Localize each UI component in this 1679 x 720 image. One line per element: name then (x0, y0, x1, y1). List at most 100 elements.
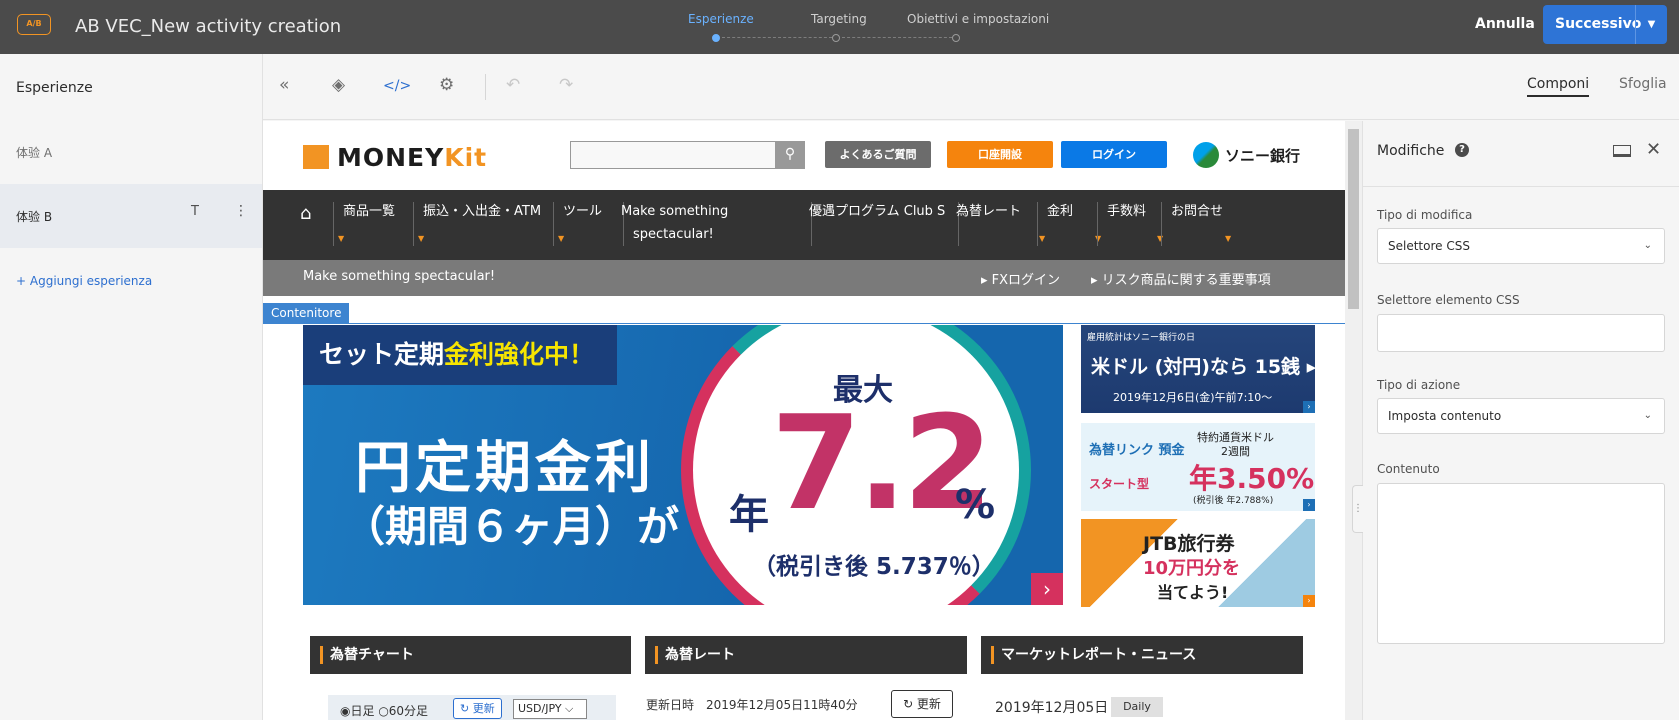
action-type-select[interactable]: Imposta contenuto ⌄ (1377, 398, 1665, 434)
sony-bank-logo[interactable]: ソニー銀行 (1193, 140, 1313, 170)
scrollbar-thumb[interactable] (1348, 129, 1359, 309)
global-nav: ⌂ 商品一覧 ▼ 振込・入出金・ATM ▼ ツール ▼ Make somethi… (263, 190, 1345, 260)
nav-item-transfer[interactable]: 振込・入出金・ATM (423, 200, 541, 223)
home-icon[interactable]: ⌂ (300, 203, 311, 224)
editor-toolbar: « ◈ </> ⚙ ↶ ↷ Componi Sfoglia (263, 54, 1679, 120)
login-button[interactable]: ログイン (1061, 141, 1167, 168)
banner-text: (税引後 年2.788%) (1193, 496, 1274, 506)
hero-percent-sign: % (955, 482, 996, 528)
moneykit-logo-text: MONEYKit (337, 143, 488, 172)
step-dot-obiettivi[interactable] (952, 34, 960, 42)
risk-products-link[interactable]: ▸ リスク商品に関する重要事項 (1091, 269, 1271, 288)
nav-divider (1037, 202, 1038, 246)
close-icon[interactable]: ✕ (1646, 139, 1661, 160)
activity-title[interactable]: AB VEC_New activity creation (75, 16, 341, 37)
tab-componi[interactable]: Componi (1527, 76, 1590, 97)
step-dot-targeting[interactable] (832, 34, 840, 42)
site-search-input[interactable] (570, 141, 776, 169)
banner-text: 2019年12月6日(金)午前7:10〜 (1113, 391, 1273, 404)
chevron-down-icon: ⌄ (1643, 410, 1652, 421)
side-banner-fx-deposit[interactable]: 為替リンク 預金 スタート型 特約通貨米ドル 2週間 年3.50% (税引後 年… (1081, 423, 1315, 511)
faq-button[interactable]: よくあるご質問 (825, 141, 931, 168)
nav-arrow-icon: ▼ (1095, 234, 1102, 243)
css-selector-label: Selettore elemento CSS (1377, 293, 1520, 307)
nav-item-contact[interactable]: お問合せ (1171, 200, 1223, 223)
more-options-icon[interactable]: ⋮ (234, 203, 248, 219)
nav-item-fees[interactable]: 手数料 (1107, 200, 1146, 223)
step-targeting[interactable]: Targeting (811, 12, 867, 26)
content-textarea[interactable] (1377, 483, 1665, 644)
currency-pair-select[interactable]: USD/JPY ⌵ (513, 699, 587, 719)
sub-nav: Make something spectacular! ▸ FXログイン ▸ リ… (263, 260, 1345, 296)
banner-text: 雇用統計はソニー銀行の日 (1087, 333, 1196, 343)
top-bar: A/B AB VEC_New activity creation Esperie… (0, 0, 1679, 54)
nav-divider (553, 202, 554, 246)
site-search-icon[interactable]: ⚲ (775, 141, 805, 169)
panel-resize-handle-icon[interactable]: ⋮ (1352, 485, 1363, 533)
rate-update-button[interactable]: ↻ 更新 (891, 690, 953, 718)
code-icon[interactable]: </> (383, 78, 411, 94)
step-connector (842, 37, 952, 38)
step-obiettivi[interactable]: Obiettivi e impostazioni (907, 12, 1049, 26)
nav-item-fx-rate[interactable]: 為替レート (956, 200, 1038, 223)
nav-item-interest[interactable]: 金利 (1047, 200, 1073, 223)
nav-divider (333, 202, 334, 246)
step-esperienze[interactable]: Esperienze (688, 12, 754, 26)
experience-b-selected[interactable]: 体验 B T ⋮ (0, 184, 262, 248)
section-fx-chart: 為替チャート (310, 636, 631, 674)
banner-arrow-icon: › (1303, 401, 1315, 413)
modification-type-select[interactable]: Selettore CSS ⌄ (1377, 228, 1665, 264)
hero-year-label: 年 (729, 492, 769, 538)
experience-a[interactable]: 体验 A (16, 144, 52, 161)
nav-item-club-s[interactable]: 優遇プログラム Club S (809, 200, 949, 223)
hero-headline-sub: （期間６ヶ月）が (343, 502, 680, 551)
experiences-panel: Esperienze 体验 A 体验 B T ⋮ + Aggiungi espe… (0, 54, 263, 720)
redo-icon[interactable]: ↷ (559, 75, 573, 95)
open-account-button[interactable]: 口座開設 (947, 141, 1053, 168)
nav-item-custom[interactable]: Make something spectacular! (621, 200, 811, 246)
container-selection-tag[interactable]: Contenitore (263, 303, 350, 323)
nav-arrow-icon: ▼ (418, 234, 425, 243)
undo-icon[interactable]: ↶ (506, 75, 520, 95)
page-preview-canvas[interactable]: MONEYKit ⚲ よくあるご質問 口座開設 ログイン ソニー銀行 ⌂ 商品一… (263, 121, 1362, 720)
hero-banner[interactable]: セット定期金利強化中！ 円定期金利 （期間６ヶ月）が 最大 年 7.2 % （税… (303, 325, 1063, 605)
hero-next-arrow-icon[interactable]: › (1031, 573, 1063, 605)
hero-after-tax: （税引き後 5.737％） (753, 554, 995, 580)
nav-arrow-icon: ▼ (558, 234, 565, 243)
sony-bank-name: ソニー銀行 (1225, 147, 1301, 165)
container-selection-outline (263, 323, 1345, 324)
experience-b-label: 体验 B (16, 210, 53, 224)
collapse-icon[interactable]: « (279, 75, 289, 95)
nav-divider (1097, 202, 1098, 246)
rename-icon[interactable]: T (191, 204, 199, 219)
side-banner-jtb[interactable]: JTB旅行券 10万円分を 当てよう! › (1081, 519, 1315, 607)
add-experience-link[interactable]: + Aggiungi esperienza (16, 274, 152, 288)
css-selector-input[interactable] (1377, 314, 1665, 352)
banner-text: 当てよう! (1157, 583, 1229, 602)
chart-controls: ◉日足 ○60分足 ↻ 更新 USD/JPY ⌵ (328, 695, 616, 720)
side-banner-employment[interactable]: 雇用統計はソニー銀行の日 米ドル (対円)なら 15銭 ▸▸ 7銭 2019年1… (1081, 325, 1315, 413)
moneykit-mark-icon (303, 145, 329, 169)
nav-item-products[interactable]: 商品一覧 (343, 200, 395, 223)
banner-text: スタート型 (1089, 477, 1150, 491)
chart-update-button[interactable]: ↻ 更新 (453, 698, 502, 719)
moneykit-logo[interactable]: MONEYKit (303, 143, 523, 172)
step-dot-esperienze[interactable] (712, 34, 720, 42)
nav-arrow-icon: ▼ (1225, 234, 1232, 243)
device-preview-icon[interactable] (1613, 145, 1631, 157)
sub-nav-text[interactable]: Make something spectacular! (303, 269, 495, 284)
fx-login-link[interactable]: ▸ FXログイン (981, 269, 1060, 288)
next-button[interactable]: Successivo ▼ (1543, 5, 1667, 44)
modification-type-label: Tipo di modifica (1377, 208, 1473, 222)
nav-item-tools[interactable]: ツール (563, 200, 602, 223)
chart-period-daily-radio[interactable]: ◉日足 ○60分足 (340, 702, 428, 719)
settings-gear-icon[interactable]: ⚙ (439, 75, 454, 95)
layers-icon[interactable]: ◈ (332, 75, 345, 95)
chevron-down-icon: ⌄ (1643, 240, 1652, 251)
next-dropdown-icon[interactable]: ▼ (1635, 5, 1667, 44)
tab-sfoglia[interactable]: Sfoglia (1619, 76, 1667, 92)
help-icon[interactable]: ? (1455, 143, 1469, 157)
banner-text: 10万円分を (1143, 558, 1241, 579)
canvas-scrollbar[interactable] (1345, 121, 1362, 720)
cancel-button[interactable]: Annulla (1475, 16, 1535, 32)
